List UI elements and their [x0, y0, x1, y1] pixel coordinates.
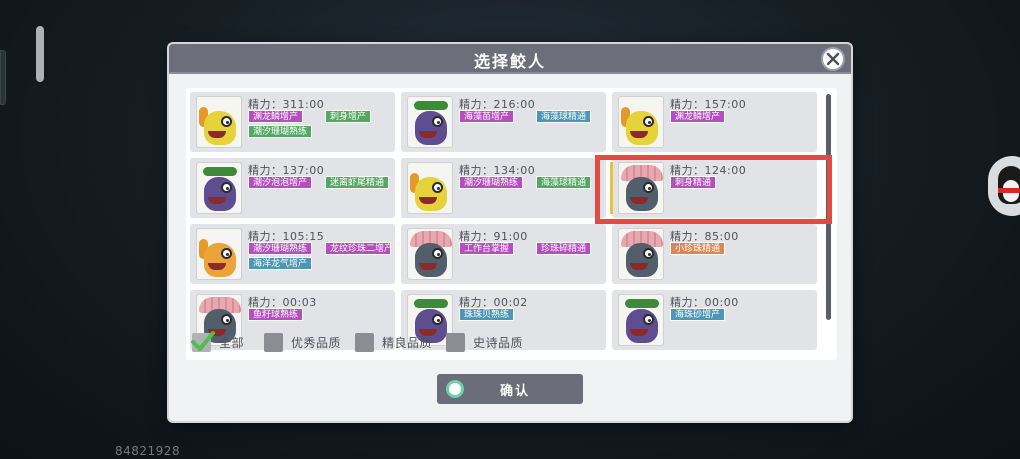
close-icon [826, 52, 840, 66]
merfolk-card[interactable]: 精力：85:00 小珍珠精通 [612, 224, 817, 284]
confirm-button[interactable]: 确认 [437, 374, 583, 404]
close-button[interactable] [821, 47, 845, 71]
check-icon [191, 330, 215, 351]
skill-tag: 海洋龙气增产 [248, 257, 313, 270]
player-id: 84821928 [115, 444, 181, 458]
skill-tag: 珍珠碎精通 [536, 242, 592, 255]
side-panel-tab[interactable] [0, 50, 6, 105]
filter-epic-checkbox[interactable] [446, 332, 465, 352]
merfolk-card[interactable]: 精力：216:00 海藻苗增产 海藻球精通 [401, 92, 606, 152]
menu-handle[interactable] [36, 26, 44, 82]
merfolk-avatar [196, 162, 242, 214]
penguin-scarf [998, 188, 1020, 193]
filter-fine[interactable]: 精良品质 [355, 331, 432, 353]
skill-tag: 海珠砂增产 [670, 308, 726, 321]
filter-excellent[interactable]: 优秀品质 [264, 331, 341, 353]
merfolk-card[interactable]: 精力：134:00 潮汐珊瑚熟练 海藻球精通 [401, 158, 606, 218]
filter-all-label: 全部 [219, 335, 245, 350]
dialog-title: 选择鲛人 [473, 52, 546, 71]
merfolk-card[interactable]: 精力：105:15 潮汐珊瑚熟练 龙纹珍珠二增产 海洋龙气增产 [190, 224, 395, 284]
filter-excellent-label: 优秀品质 [291, 335, 342, 350]
merfolk-avatar [618, 96, 664, 148]
filter-epic-label: 史诗品质 [473, 335, 524, 350]
skill-tag: 刺身增产 [325, 110, 372, 123]
filter-epic[interactable]: 史诗品质 [446, 331, 523, 353]
skill-tag: 潮汐珊瑚熟练 [248, 242, 313, 255]
merfolk-avatar [407, 228, 453, 280]
skill-tag: 珠珠贝熟练 [459, 308, 515, 321]
filter-all[interactable]: 全部 [191, 330, 245, 353]
filter-excellent-checkbox[interactable] [264, 332, 283, 352]
dialog-header: 选择鲛人 [169, 44, 851, 74]
merfolk-card[interactable]: 精力：124:00 刺身精通 [610, 158, 817, 218]
skill-tag: 潮汐泡泡增产 [248, 176, 313, 189]
skill-tag: 小珍珠精通 [670, 242, 726, 255]
skill-tag: 渊龙鳞增产 [670, 110, 726, 123]
select-merfolk-dialog: 选择鲛人 精力：311:00 渊龙鳞增产 刺身增产 潮汐珊瑚熟练 精力：216:00 海藻… [169, 44, 851, 421]
skill-tag: 潮汐珊瑚熟练 [248, 125, 313, 138]
skill-tag: 海藻球精通 [536, 176, 592, 189]
merfolk-avatar [407, 96, 453, 148]
filter-fine-checkbox[interactable] [355, 332, 374, 352]
confirm-label: 确认 [499, 384, 530, 399]
skill-tag: 刺身精通 [670, 176, 717, 189]
filter-all-checkbox[interactable] [191, 330, 215, 352]
scrollbar-thumb[interactable] [826, 94, 831, 320]
merfolk-avatar [618, 162, 664, 214]
merfolk-avatar [196, 228, 242, 280]
merfolk-card[interactable]: 精力：311:00 渊龙鳞增产 刺身增产 潮汐珊瑚熟练 [190, 92, 395, 152]
merfolk-list[interactable]: 精力：311:00 渊龙鳞增产 刺身增产 潮汐珊瑚熟练 精力：216:00 海藻苗增产 海藻… [186, 88, 837, 360]
merfolk-avatar [196, 96, 242, 148]
merfolk-avatar [407, 162, 453, 214]
skill-tag: 迷离虾尾精通 [325, 176, 390, 189]
skill-tag: 渊龙鳞增产 [248, 110, 304, 123]
skill-tag: 海藻球精通 [536, 110, 592, 123]
skill-tag: 工作台掌握 [459, 242, 515, 255]
selected-accent [610, 162, 613, 214]
skill-tag: 潮汐珊瑚熟练 [459, 176, 524, 189]
qq-penguin-icon[interactable] [988, 156, 1020, 216]
skill-tag: 海藻苗增产 [459, 110, 515, 123]
merfolk-card[interactable]: 精力：157:00 渊龙鳞增产 [612, 92, 817, 152]
skill-tag: 龙纹珍珠二增产 [325, 242, 391, 255]
skill-tag: 鱼籽球熟练 [248, 308, 304, 321]
merfolk-card[interactable]: 精力：91:00 工作台掌握 珍珠碎精通 [401, 224, 606, 284]
quality-filter-bar: 全部 优秀品质 精良品质 史诗品质 [186, 326, 837, 360]
merfolk-card[interactable]: 精力：137:00 潮汐泡泡增产 迷离虾尾精通 [190, 158, 395, 218]
filter-fine-label: 精良品质 [382, 335, 433, 350]
merfolk-avatar [618, 228, 664, 280]
